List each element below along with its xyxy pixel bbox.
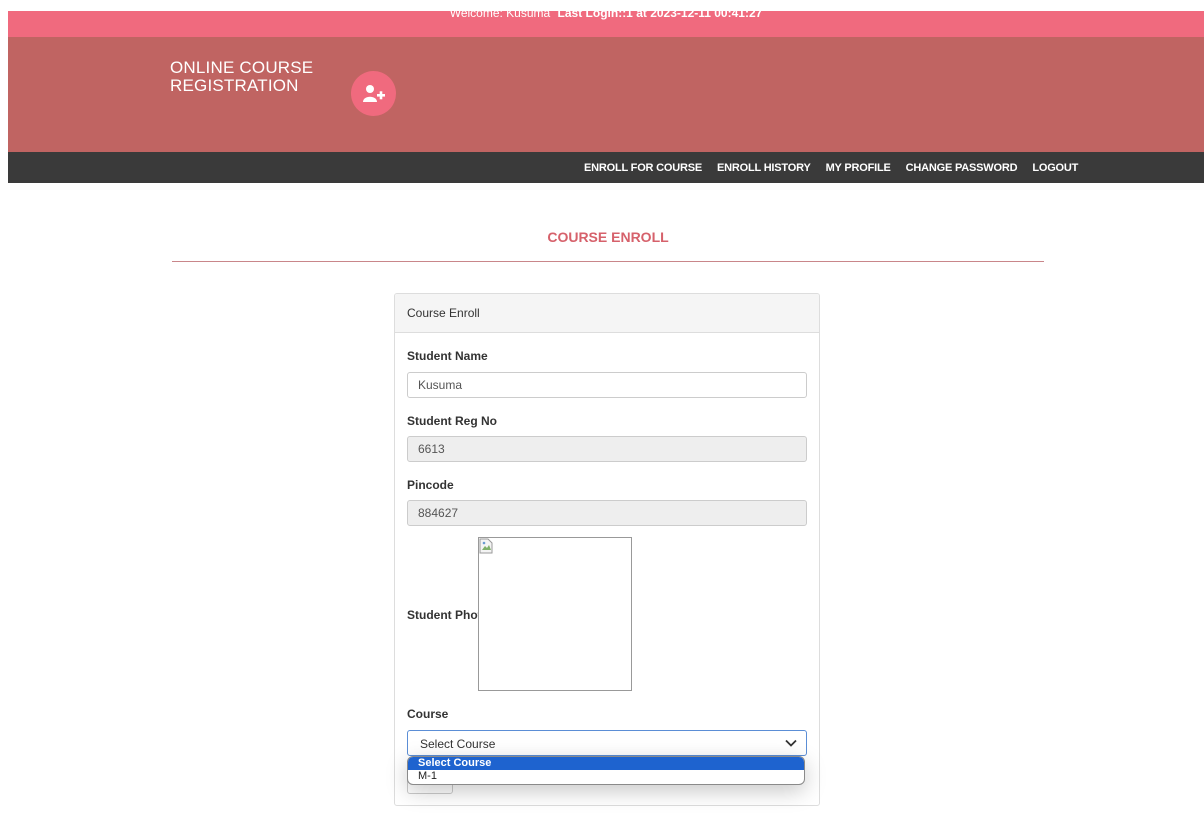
site-header: ONLINE COURSE REGISTRATION (8, 37, 1204, 152)
course-option-select-course[interactable]: Select Course (408, 757, 804, 770)
student-photo (478, 537, 632, 691)
last-login-text: Last Login::1 at 2023-12-11 00:41:27 (557, 6, 763, 20)
page-title: COURSE ENROLL (547, 229, 669, 245)
nav-my-profile[interactable]: MY PROFILE (826, 162, 891, 174)
welcome-bar: Welcome: Kusuma Last Login::1 at 2023-12… (8, 6, 1204, 37)
reg-no-label: Student Reg No (407, 414, 497, 428)
title-divider (172, 261, 1044, 262)
panel-heading: Course Enroll (395, 294, 819, 333)
welcome-text: Welcome: Kusuma (449, 6, 551, 20)
course-option-m1[interactable]: M-1 (408, 770, 804, 783)
chevron-down-icon (785, 739, 797, 747)
main-nav: ENROLL FOR COURSE ENROLL HISTORY MY PROF… (8, 152, 1204, 183)
reg-no-input[interactable] (407, 436, 807, 462)
course-dropdown-list: Select Course M-1 (407, 756, 805, 785)
brand-line-1: ONLINE COURSE (170, 58, 314, 77)
student-photo-label: Student Photo (407, 608, 489, 622)
course-select-value: Select Course (420, 737, 496, 751)
nav-enroll-history[interactable]: ENROLL HISTORY (717, 162, 811, 174)
nav-change-password[interactable]: CHANGE PASSWORD (906, 162, 1018, 174)
add-user-icon (351, 71, 396, 116)
pincode-label: Pincode (407, 478, 454, 492)
student-name-label: Student Name (407, 349, 488, 363)
nav-logout[interactable]: LOGOUT (1032, 162, 1078, 174)
pincode-input[interactable] (407, 500, 807, 526)
course-label: Course (407, 707, 449, 721)
brand-line-2: REGISTRATION (170, 76, 299, 95)
student-name-input[interactable] (407, 372, 807, 398)
nav-enroll-for-course[interactable]: ENROLL FOR COURSE (584, 162, 702, 174)
course-enroll-panel: Course Enroll Student Name Student Reg N… (394, 293, 820, 806)
course-select[interactable]: Select Course (407, 730, 807, 756)
broken-image-icon (479, 538, 493, 554)
site-brand[interactable]: ONLINE COURSE REGISTRATION (170, 59, 313, 95)
